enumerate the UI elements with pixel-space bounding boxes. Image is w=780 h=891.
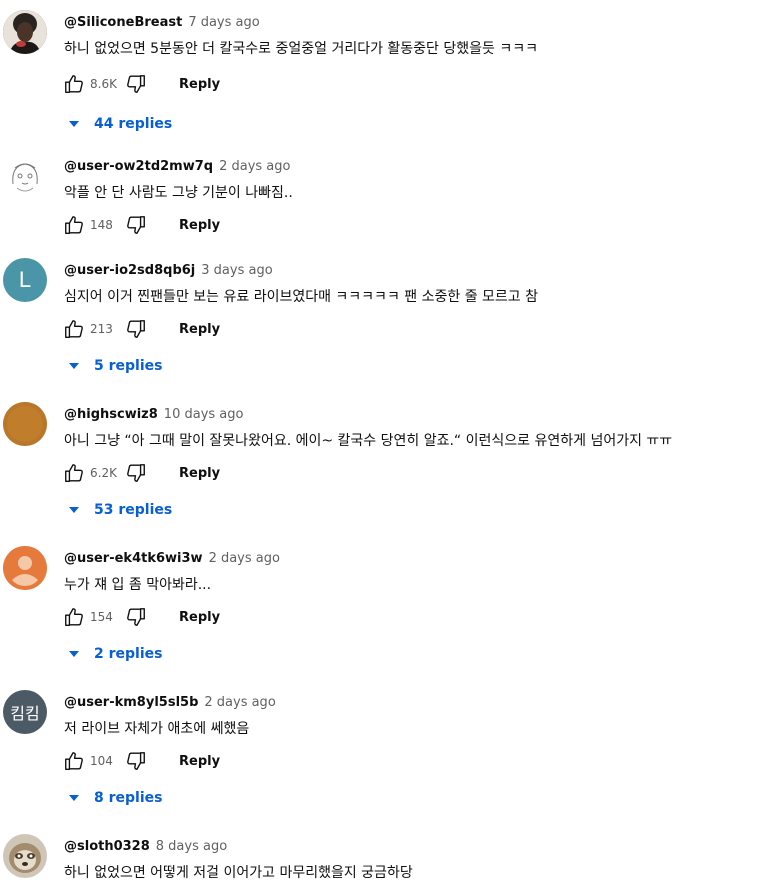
comment-actions: 148 Reply xyxy=(62,213,220,237)
like-button[interactable] xyxy=(62,461,86,485)
like-button[interactable] xyxy=(62,72,86,96)
avatar[interactable] xyxy=(3,546,47,590)
like-button[interactable] xyxy=(62,605,86,629)
reply-button[interactable]: Reply xyxy=(179,77,220,92)
dislike-button[interactable] xyxy=(124,605,148,629)
comment-text: 악플 안 단 사람도 그냥 기분이 나빠짐.. xyxy=(64,185,293,201)
thumbs-up-icon xyxy=(65,752,83,770)
comment-time[interactable]: 2 days ago xyxy=(204,695,275,710)
thumbs-up-icon xyxy=(65,216,83,234)
view-replies-button[interactable]: 8 replies xyxy=(68,790,162,806)
view-replies-button[interactable]: 53 replies xyxy=(68,502,172,518)
comment-text: 하니 없었으면 어떻게 저걸 이어가고 마무리했을지 궁금하당 xyxy=(64,865,413,881)
comment-time[interactable]: 3 days ago xyxy=(201,263,272,278)
reply-button[interactable]: Reply xyxy=(179,322,220,337)
comment-text: 하니 없었으면 5분동안 더 칼국수로 중얼중얼 거리다가 활동중단 당했을듯 … xyxy=(64,41,538,57)
thumbs-down-icon xyxy=(127,320,145,338)
view-replies-button[interactable]: 2 replies xyxy=(68,646,162,662)
comment-text: 저 라이브 자체가 애초에 쎄했음 xyxy=(64,721,250,737)
thumbs-down-icon xyxy=(127,752,145,770)
comment-author[interactable]: @SiliconeBreast xyxy=(64,15,182,30)
comment-time[interactable]: 8 days ago xyxy=(156,839,227,854)
comment-author[interactable]: @sloth0328 xyxy=(64,839,150,854)
dislike-button[interactable] xyxy=(124,749,148,773)
caret-down-icon xyxy=(69,121,79,127)
replies-label: 2 replies xyxy=(94,646,163,662)
default-user-icon xyxy=(3,546,47,590)
like-count: 148 xyxy=(90,218,113,232)
caret-down-icon xyxy=(69,363,79,369)
comment-text: 아니 그냥 “아 그때 말이 잘못나왔어요. 에이~ 칼국수 당연히 알죠.“ … xyxy=(64,433,673,449)
reply-button[interactable]: Reply xyxy=(179,218,220,233)
comment-author[interactable]: @highscwiz8 xyxy=(64,407,158,422)
comment-actions: 213 Reply xyxy=(62,317,220,341)
comment-header: @highscwiz8 10 days ago xyxy=(64,407,243,422)
comment-text: 심지어 이거 찐팬들만 보는 유료 라이브였다매 ㅋㅋㅋㅋㅋ 팬 소중한 줄 모… xyxy=(64,289,538,305)
like-count: 104 xyxy=(90,754,113,768)
replies-label: 53 replies xyxy=(94,502,173,518)
avatar-image xyxy=(3,402,47,446)
thumbs-up-icon xyxy=(65,320,83,338)
comment-text: 누가 쟤 입 좀 막아봐라... xyxy=(64,577,212,593)
replies-label: 5 replies xyxy=(94,358,163,374)
caret-down-icon xyxy=(69,651,79,657)
comment-time[interactable]: 2 days ago xyxy=(209,551,280,566)
dislike-button[interactable] xyxy=(124,72,148,96)
thumbs-down-icon xyxy=(127,464,145,482)
comment-time[interactable]: 7 days ago xyxy=(188,15,259,30)
comment-author[interactable]: @user-ek4tk6wi3w xyxy=(64,551,203,566)
comment-author[interactable]: @user-io2sd8qb6j xyxy=(64,263,195,278)
dislike-button[interactable] xyxy=(124,317,148,341)
comment-actions: 154 Reply xyxy=(62,605,220,629)
comment-header: @user-io2sd8qb6j 3 days ago xyxy=(64,263,273,278)
replies-label: 44 replies xyxy=(94,116,173,132)
comment-actions: 104 Reply xyxy=(62,749,220,773)
comment-header: @user-ek4tk6wi3w 2 days ago xyxy=(64,551,280,566)
thumbs-up-icon xyxy=(65,464,83,482)
view-replies-button[interactable]: 44 replies xyxy=(68,116,172,132)
caret-down-icon xyxy=(69,507,79,513)
view-replies-button[interactable]: 5 replies xyxy=(68,358,162,374)
comment-author[interactable]: @user-ow2td2mw7q xyxy=(64,159,213,174)
avatar[interactable]: L xyxy=(3,258,47,302)
avatar[interactable] xyxy=(3,154,47,198)
replies-label: 8 replies xyxy=(94,790,163,806)
like-button[interactable] xyxy=(62,749,86,773)
avatar[interactable]: 킴킴 xyxy=(3,690,47,734)
comment-header: @user-km8yl5sl5b 2 days ago xyxy=(64,695,276,710)
comment-actions: 6.2K Reply xyxy=(62,461,220,485)
like-count: 8.6K xyxy=(90,77,117,91)
comment-time[interactable]: 2 days ago xyxy=(219,159,290,174)
thumbs-up-icon xyxy=(65,75,83,93)
like-count: 154 xyxy=(90,610,113,624)
comment-time[interactable]: 10 days ago xyxy=(164,407,244,422)
comment-header: @SiliconeBreast 7 days ago xyxy=(64,15,260,30)
comment-actions: 8.6K Reply xyxy=(62,72,220,96)
like-count: 6.2K xyxy=(90,466,117,480)
avatar[interactable] xyxy=(3,10,47,54)
avatar-image xyxy=(3,154,47,198)
dislike-button[interactable] xyxy=(124,213,148,237)
thumbs-down-icon xyxy=(127,608,145,626)
comment-author[interactable]: @user-km8yl5sl5b xyxy=(64,695,198,710)
comment-header: @user-ow2td2mw7q 2 days ago xyxy=(64,159,290,174)
reply-button[interactable]: Reply xyxy=(179,754,220,769)
sloth-avatar-image xyxy=(3,834,47,878)
thumbs-up-icon xyxy=(65,608,83,626)
avatar-image xyxy=(3,10,47,54)
avatar[interactable] xyxy=(3,402,47,446)
thumbs-down-icon xyxy=(127,75,145,93)
avatar-letter: L xyxy=(18,267,32,292)
caret-down-icon xyxy=(69,795,79,801)
avatar-letter: 킴킴 xyxy=(10,704,40,723)
like-count: 213 xyxy=(90,322,113,336)
like-button[interactable] xyxy=(62,213,86,237)
comment-header: @sloth0328 8 days ago xyxy=(64,839,227,854)
thumbs-down-icon xyxy=(127,216,145,234)
reply-button[interactable]: Reply xyxy=(179,610,220,625)
reply-button[interactable]: Reply xyxy=(179,466,220,481)
avatar[interactable] xyxy=(3,834,47,878)
like-button[interactable] xyxy=(62,317,86,341)
dislike-button[interactable] xyxy=(124,461,148,485)
